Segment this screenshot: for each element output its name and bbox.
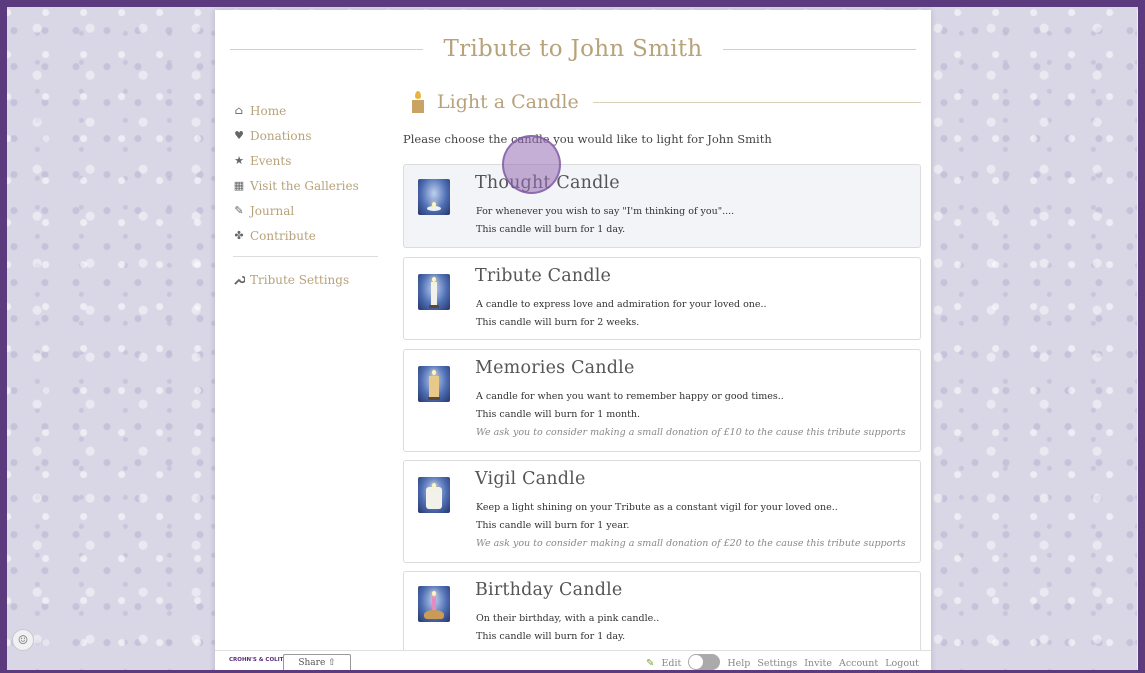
section-title: Light a Candle (437, 91, 579, 113)
birthday-candle-image (418, 586, 450, 622)
candle-description: A candle to express love and admiration … (476, 299, 767, 310)
section-rule (592, 101, 921, 103)
heart-icon: ♥ (234, 128, 244, 142)
invite-link[interactable]: Invite (804, 658, 832, 669)
page-scrollbar[interactable] (1137, 10, 1145, 673)
section-header: Light a Candle (403, 90, 921, 114)
candle-burn-duration: This candle will burn for 1 month. (476, 409, 641, 420)
sidebar-item-label: Visit the Galleries (250, 178, 359, 193)
candle-name: Thought Candle (475, 173, 620, 193)
star-icon: ★ (234, 153, 244, 167)
sidebar-item-tribute-settings[interactable]: Tribute Settings (233, 267, 378, 292)
candle-name: Tribute Candle (475, 266, 612, 286)
candle-option-tribute[interactable]: Tribute Candle A candle to express love … (403, 257, 921, 340)
candle-burn-duration: This candle will burn for 2 weeks. (476, 317, 640, 328)
sidebar-item-galleries[interactable]: ▦ Visit the Galleries (233, 173, 378, 198)
sidebar-nav: ⌂ Home ♥ Donations ★ Events ▦ Visit the … (233, 98, 378, 292)
candle-description: Keep a light shining on your Tribute as … (476, 502, 838, 513)
sidebar-item-journal[interactable]: ✎ Journal (233, 198, 378, 223)
candle-option-thought[interactable]: Thought Candle For whenever you wish to … (403, 164, 921, 248)
candle-intro: Please choose the candle you would like … (403, 132, 772, 146)
settings-link[interactable]: Settings (757, 658, 797, 669)
donation-note: We ask you to consider making a small do… (476, 427, 906, 438)
account-link[interactable]: Account (839, 658, 878, 669)
candle-icon (411, 91, 425, 113)
scrollbar-thumb[interactable] (1138, 20, 1144, 490)
title-rule-right (722, 48, 917, 50)
thought-candle-image (418, 179, 450, 215)
title-rule-left (230, 48, 424, 50)
page-title: Tribute to John Smith (443, 36, 703, 62)
help-link[interactable]: Help (727, 658, 750, 669)
share-button[interactable]: Share ⇧ (283, 654, 351, 672)
candle-name: Vigil Candle (475, 469, 586, 489)
candle-description: On their birthday, with a pink candle.. (476, 613, 660, 624)
sidebar-item-label: Journal (250, 203, 295, 218)
wrench-icon (233, 274, 246, 286)
puzzle-icon: ✤ (234, 228, 244, 242)
sidebar-item-label: Events (250, 153, 292, 168)
candle-burn-duration: This candle will burn for 1 day. (476, 224, 626, 235)
sidebar-item-contribute[interactable]: ✤ Contribute (233, 223, 378, 248)
edit-toggle[interactable] (688, 654, 721, 670)
candle-option-memories[interactable]: Memories Candle A candle for when you wa… (403, 349, 921, 452)
sidebar-item-donations[interactable]: ♥ Donations (233, 123, 378, 148)
pencil-icon: ✎ (646, 657, 655, 669)
vigil-candle-image (418, 477, 450, 513)
sidebar-item-events[interactable]: ★ Events (233, 148, 378, 173)
tribute-page: Tribute to John Smith ⌂ Home ♥ Donations… (215, 10, 931, 673)
sidebar-item-label: Tribute Settings (250, 272, 350, 287)
edit-label: Edit (661, 657, 682, 669)
images-icon: ▦ (233, 178, 245, 192)
tribute-candle-image (418, 274, 450, 310)
candle-name: Memories Candle (475, 358, 635, 378)
toggle-knob (689, 655, 704, 669)
page-header: Tribute to John Smith (230, 36, 917, 62)
home-icon: ⌂ (234, 103, 244, 117)
sidebar-item-label: Contribute (250, 228, 316, 243)
cookie-settings-icon[interactable]: ☺ (12, 629, 34, 651)
candle-description: For whenever you wish to say "I'm thinki… (476, 206, 735, 217)
sidebar-divider (233, 256, 378, 257)
candle-burn-duration: This candle will burn for 1 day. (476, 631, 626, 642)
donation-note: We ask you to consider making a small do… (476, 538, 906, 549)
candle-option-birthday[interactable]: Birthday Candle On their birthday, with … (403, 571, 921, 654)
main-content: Light a Candle Please choose the candle … (403, 90, 921, 654)
admin-toolbar: CROHN'S & COLITIS UK Share ⇧ ✎ Edit Help… (215, 650, 931, 673)
logout-link[interactable]: Logout (885, 658, 919, 669)
admin-links: ✎ Edit Help Settings Invite Account Logo… (646, 654, 919, 670)
sidebar-item-label: Home (250, 103, 287, 118)
pen-icon: ✎ (234, 203, 244, 217)
candle-description: A candle for when you want to remember h… (476, 391, 784, 402)
memories-candle-image (418, 366, 450, 402)
candle-option-vigil[interactable]: Vigil Candle Keep a light shining on you… (403, 460, 921, 563)
sidebar-item-label: Donations (250, 128, 312, 143)
sidebar-item-home[interactable]: ⌂ Home (233, 98, 378, 123)
candle-name: Birthday Candle (475, 580, 623, 600)
candle-burn-duration: This candle will burn for 1 year. (476, 520, 630, 531)
wrench-icon-svg (233, 275, 246, 285)
